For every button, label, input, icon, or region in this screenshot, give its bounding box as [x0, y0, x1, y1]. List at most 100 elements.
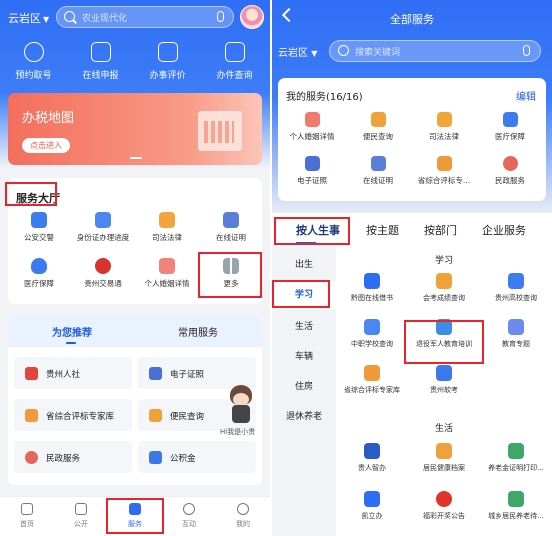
- hr-icon: [25, 367, 38, 380]
- tile-housing-fund[interactable]: 公积金: [138, 441, 256, 473]
- tab-by-topic[interactable]: 按主题: [366, 222, 399, 238]
- search-input[interactable]: 农业现代化: [82, 11, 127, 24]
- search-bar[interactable]: 农业现代化: [56, 6, 234, 28]
- edit-button[interactable]: 编辑: [516, 88, 536, 103]
- service-item[interactable]: 教育专题: [480, 319, 552, 349]
- kaili-icon: [364, 491, 380, 507]
- health-record-icon: [436, 443, 452, 459]
- shield-plus-icon: [31, 258, 47, 274]
- gavel-icon: [436, 112, 452, 127]
- nav-public[interactable]: 公开: [54, 503, 108, 529]
- highlight-box: [274, 217, 350, 245]
- tile-label: 贵州人社: [46, 370, 81, 380]
- nav-interact[interactable]: 互动: [162, 503, 216, 529]
- tab-recommend[interactable]: 为您推荐: [52, 324, 92, 339]
- my-service-item[interactable]: 个人婚姻详情: [280, 112, 344, 142]
- service-list: 学习 黔图在线借书 会考成绩查询 贵州高校查询 中职学校查询 退役军人教育培训 …: [336, 247, 552, 536]
- search-doc-icon: [224, 42, 245, 62]
- service-item[interactable]: 会考成绩查询: [408, 273, 480, 303]
- service-item[interactable]: 贵人智办: [336, 443, 408, 473]
- search-icon: [338, 45, 349, 56]
- tab-by-department[interactable]: 按部门: [424, 222, 457, 238]
- service-item[interactable]: 凯立办: [336, 491, 408, 521]
- quick-appointment[interactable]: 预约取号: [0, 42, 67, 81]
- quick-online-apply[interactable]: 在线申报: [67, 42, 134, 81]
- nav-mine[interactable]: 我的: [216, 503, 270, 529]
- service-item[interactable]: 贵州软考: [408, 365, 480, 395]
- service-police[interactable]: 公安交警: [8, 212, 70, 243]
- nav-label: 我的: [236, 520, 250, 528]
- quick-case-query[interactable]: 办件查询: [201, 42, 268, 81]
- certificate-icon: [304, 112, 320, 127]
- service-item[interactable]: 中职学校查询: [336, 319, 408, 349]
- home-icon: [21, 503, 33, 515]
- service-label: 公安交警: [24, 233, 54, 242]
- banner-enter-button[interactable]: 点击进入: [22, 138, 70, 153]
- service-item[interactable]: 养老金证明打印...: [480, 443, 552, 473]
- expert-icon: [436, 156, 452, 171]
- my-service-item[interactable]: 司法法律: [412, 112, 476, 142]
- university-icon: [508, 273, 524, 289]
- pension-icon: [508, 443, 524, 459]
- quick-evaluation[interactable]: 办事评价: [134, 42, 201, 81]
- search-input[interactable]: 搜索关键词: [355, 45, 400, 58]
- service-item[interactable]: 城乡居民养老待...: [480, 491, 552, 521]
- my-service-item[interactable]: 在线证明: [346, 156, 410, 186]
- tile-civil-affairs[interactable]: 民政服务: [14, 441, 132, 473]
- all-services-screen: 全部服务 云岩区 ▼ 搜索关键词 我的服务(16/16) 编辑 个人婚姻详情 便…: [272, 0, 552, 536]
- quick-actions: 预约取号 在线申报 办事评价 办件查询: [0, 42, 270, 82]
- avatar[interactable]: [240, 5, 264, 29]
- service-item[interactable]: 贵州高校查询: [480, 273, 552, 303]
- highlight-box: [272, 280, 330, 308]
- my-service-label: 民政服务: [495, 176, 525, 185]
- tax-map-banner[interactable]: 办税地图 点击进入: [8, 93, 262, 165]
- education-icon: [508, 319, 524, 335]
- service-trade[interactable]: 贵州交易通: [72, 258, 134, 289]
- service-item[interactable]: 省综合评标专家库: [336, 365, 408, 395]
- document-icon: [223, 212, 239, 228]
- service-item[interactable]: 居民健康档案: [408, 443, 480, 473]
- category-birth[interactable]: 出生: [272, 255, 336, 275]
- service-item[interactable]: 黔图在线借书: [336, 273, 408, 303]
- mascot[interactable]: Hi我是小贵: [220, 385, 264, 437]
- service-id-progress[interactable]: 身份证办理进度: [72, 212, 134, 243]
- users-icon: [23, 42, 44, 62]
- my-service-item[interactable]: 电子证照: [280, 156, 344, 186]
- home-screen: 云岩区 ▼ 农业现代化 预约取号 在线申报 办事评价 办件查询 办税地图 点击进入…: [0, 0, 270, 536]
- civil-icon: [25, 451, 38, 464]
- service-marriage[interactable]: 个人婚姻详情: [136, 258, 198, 289]
- search-bar[interactable]: 搜索关键词: [329, 40, 541, 62]
- region-selector[interactable]: 云岩区 ▼: [278, 44, 317, 59]
- library-icon: [364, 273, 380, 289]
- my-service-label: 便民查询: [363, 132, 393, 141]
- service-item[interactable]: 福彩开奖公告: [408, 491, 480, 521]
- my-service-item[interactable]: 省综合评标专...: [412, 156, 476, 186]
- tile-expert-library[interactable]: 省综合评标专家库: [14, 399, 132, 431]
- pension-icon: [508, 491, 524, 507]
- tab-enterprise[interactable]: 企业服务: [482, 222, 526, 238]
- chevron-down-icon: ▼: [311, 49, 318, 58]
- tile-hr-social[interactable]: 贵州人社: [14, 357, 132, 389]
- region-label: 云岩区: [8, 12, 41, 25]
- my-service-item[interactable]: 医疗保障: [478, 112, 542, 142]
- service-legal[interactable]: 司法法律: [136, 212, 198, 243]
- my-service-label: 电子证照: [297, 176, 327, 185]
- service-online-proof[interactable]: 在线证明: [200, 212, 262, 243]
- region-selector[interactable]: 云岩区 ▼: [8, 10, 49, 26]
- banner-title: 办税地图: [22, 111, 75, 126]
- category-housing[interactable]: 住房: [272, 377, 336, 397]
- my-service-item[interactable]: 民政服务: [478, 156, 542, 186]
- tab-common[interactable]: 常用服务: [178, 324, 218, 339]
- category-retirement[interactable]: 退休养老: [272, 407, 336, 427]
- chevron-down-icon: ▼: [43, 15, 50, 24]
- microphone-icon[interactable]: [523, 45, 530, 56]
- category-life[interactable]: 生活: [272, 317, 336, 337]
- nav-label: 公开: [74, 520, 88, 528]
- microphone-icon[interactable]: [217, 11, 224, 22]
- service-label: 会考成绩查询: [423, 294, 465, 302]
- category-vehicle[interactable]: 车辆: [272, 347, 336, 367]
- service-label: 中职学校查询: [351, 340, 393, 348]
- nav-home[interactable]: 首页: [0, 503, 54, 529]
- service-medical[interactable]: 医疗保障: [8, 258, 70, 289]
- my-service-item[interactable]: 便民查询: [346, 112, 410, 142]
